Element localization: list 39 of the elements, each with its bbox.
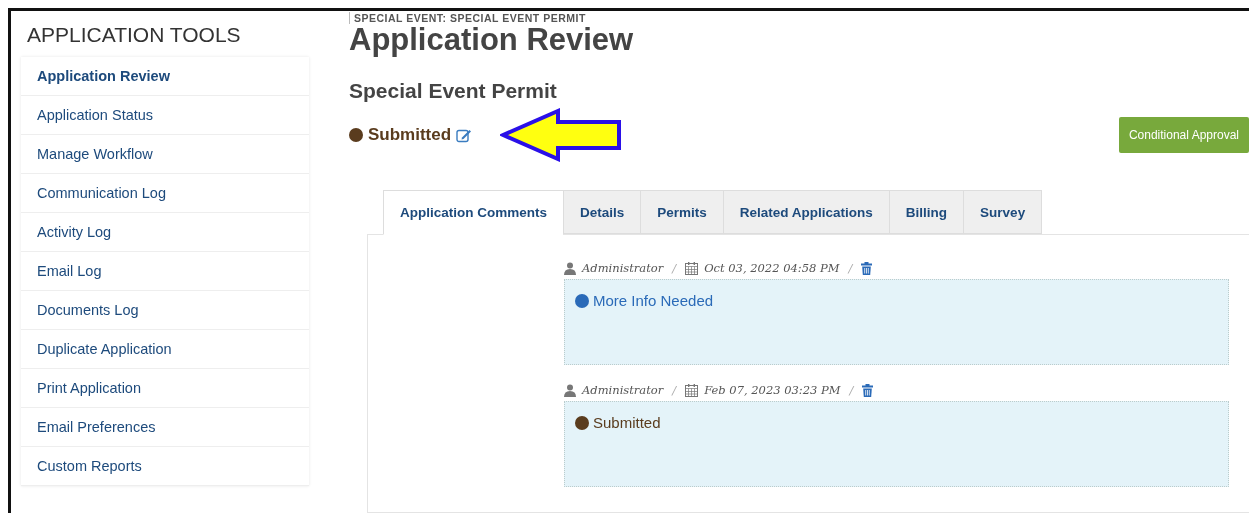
- sidebar-item[interactable]: Activity Log: [21, 213, 309, 252]
- tab[interactable]: Related Applications: [722, 190, 889, 234]
- sidebar-item[interactable]: Documents Log: [21, 291, 309, 330]
- edit-icon[interactable]: [456, 127, 473, 143]
- page-title: Application Review: [349, 22, 634, 58]
- calendar-icon: [685, 261, 699, 275]
- user-icon: [564, 261, 576, 275]
- calendar-icon: [685, 383, 699, 397]
- separator: /: [848, 261, 853, 275]
- sidebar-item[interactable]: Print Application: [21, 369, 309, 408]
- sidebar-item[interactable]: Duplicate Application: [21, 330, 309, 369]
- comment-status: More Info Needed: [593, 292, 714, 309]
- comment-author: Administrator: [582, 383, 664, 397]
- sidebar-item[interactable]: Application Review: [21, 57, 309, 96]
- tab[interactable]: Billing: [888, 190, 964, 234]
- sidebar-item[interactable]: Manage Workflow: [21, 135, 309, 174]
- comment-author: Administrator: [582, 261, 664, 275]
- user-icon: [564, 383, 576, 397]
- comment-date: Oct 03, 2022 04:58 PM: [704, 261, 840, 275]
- separator: /: [672, 261, 677, 275]
- tab[interactable]: Application Comments: [383, 190, 563, 235]
- breadcrumb: SPECIAL EVENT: SPECIAL EVENT PERMIT: [349, 12, 586, 24]
- comment-status: Submitted: [593, 414, 661, 431]
- separator: /: [672, 383, 677, 397]
- sidebar-title: APPLICATION TOOLS: [27, 23, 241, 47]
- tab[interactable]: Permits: [640, 190, 723, 234]
- sidebar-item[interactable]: Application Status: [21, 96, 309, 135]
- comment-date: Feb 07, 2023 03:23 PM: [704, 383, 841, 397]
- trash-icon[interactable]: [862, 383, 874, 397]
- page-subtitle: Special Event Permit: [349, 79, 557, 103]
- sidebar-item[interactable]: Email Log: [21, 252, 309, 291]
- sidebar-item[interactable]: Communication Log: [21, 174, 309, 213]
- tab[interactable]: Details: [563, 190, 641, 234]
- tab[interactable]: Survey: [963, 190, 1043, 234]
- trash-icon[interactable]: [861, 261, 873, 275]
- sidebar-item[interactable]: Custom Reports: [21, 447, 309, 486]
- separator: /: [849, 383, 854, 397]
- status-label: Submitted: [368, 125, 452, 145]
- sidebar-item[interactable]: Email Preferences: [21, 408, 309, 447]
